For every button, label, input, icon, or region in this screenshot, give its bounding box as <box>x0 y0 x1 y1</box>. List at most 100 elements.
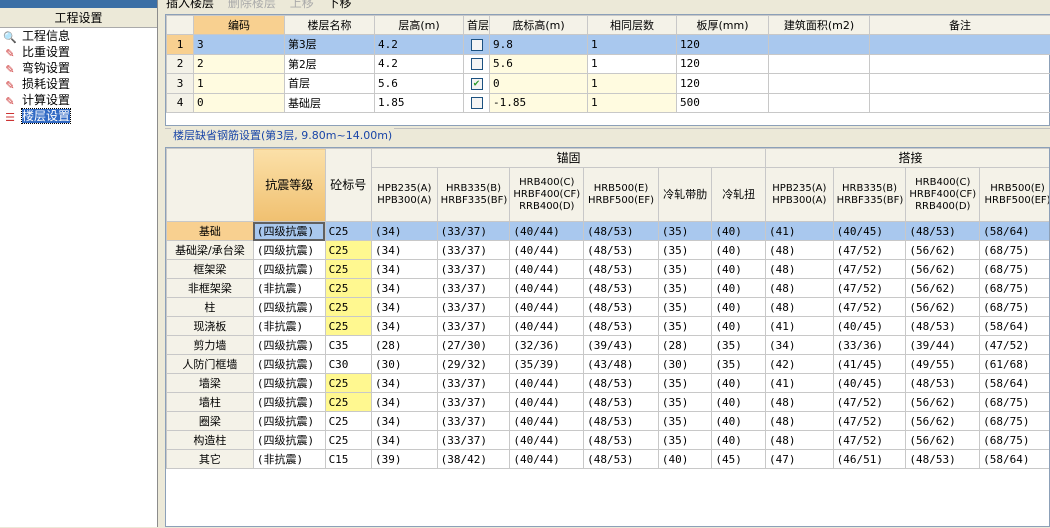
rebar-value-cell[interactable]: (35) <box>658 374 712 393</box>
rebar-value-cell[interactable]: (47/52) <box>833 241 906 260</box>
base-cell[interactable]: 0 <box>490 74 588 94</box>
rebar-value-cell[interactable]: (34) <box>372 260 438 279</box>
rebar-value-cell[interactable]: (40/44) <box>510 317 584 336</box>
thick-cell[interactable]: 120 <box>677 54 769 74</box>
seismic-level-cell[interactable]: (四级抗震) <box>253 260 325 279</box>
seismic-level-cell[interactable]: (四级抗震) <box>253 298 325 317</box>
column-header[interactable]: 编码 <box>194 16 285 35</box>
rebar-value-cell[interactable]: (68/75) <box>980 279 1050 298</box>
rebar-value-cell[interactable]: (39/44) <box>906 336 980 355</box>
table-row[interactable]: 13第3层4.29.81120 <box>167 35 1050 55</box>
first-floor-checkbox[interactable]: ✔ <box>471 78 483 90</box>
same-cell[interactable]: 1 <box>588 35 677 55</box>
rebar-value-cell[interactable]: (40) <box>712 222 766 241</box>
rebar-value-cell[interactable]: (33/37) <box>437 393 510 412</box>
rebar-value-cell[interactable]: (47/52) <box>833 298 906 317</box>
rebar-value-cell[interactable]: (32/36) <box>510 336 584 355</box>
column-header[interactable]: 相同层数 <box>588 16 677 35</box>
table-row[interactable]: 现浇板(非抗震)C25(34)(33/37)(40/44)(48/53)(35)… <box>167 317 1050 336</box>
rebar-value-cell[interactable]: (43/48) <box>584 355 659 374</box>
concrete-grade-cell[interactable]: C25 <box>325 241 371 260</box>
code-cell[interactable]: 3 <box>194 35 285 55</box>
rebar-value-cell[interactable]: (35) <box>658 241 712 260</box>
table-row[interactable]: 非框架梁(非抗震)C25(34)(33/37)(40/44)(48/53)(35… <box>167 279 1050 298</box>
rebar-value-cell[interactable]: (48/53) <box>584 412 659 431</box>
rebar-value-cell[interactable]: (47) <box>766 450 834 469</box>
rebar-value-cell[interactable]: (48) <box>766 393 834 412</box>
rebar-value-cell[interactable]: (68/75) <box>980 412 1050 431</box>
rebar-value-cell[interactable]: (40/44) <box>510 298 584 317</box>
rebar-value-cell[interactable]: (35/39) <box>510 355 584 374</box>
note-cell[interactable] <box>870 93 1050 113</box>
rebar-value-cell[interactable]: (34) <box>372 431 438 450</box>
base-cell[interactable]: -1.85 <box>490 93 588 113</box>
rebar-value-cell[interactable]: (34) <box>372 222 438 241</box>
name-cell[interactable]: 第2层 <box>285 54 375 74</box>
concrete-grade-cell[interactable]: C25 <box>325 374 371 393</box>
rebar-value-cell[interactable]: (40/44) <box>510 260 584 279</box>
nav-item[interactable]: 🔍工程信息 <box>0 28 157 44</box>
rebar-value-cell[interactable]: (40/44) <box>510 450 584 469</box>
note-cell[interactable] <box>870 35 1050 55</box>
rebar-value-cell[interactable]: (35) <box>658 222 712 241</box>
rebar-value-cell[interactable]: (40) <box>712 393 766 412</box>
first-floor-checkbox[interactable] <box>471 39 483 51</box>
rebar-value-cell[interactable]: (33/37) <box>437 374 510 393</box>
code-cell[interactable]: 0 <box>194 93 285 113</box>
seismic-level-cell[interactable]: (四级抗震) <box>253 355 325 374</box>
concrete-grade-cell[interactable]: C25 <box>325 279 371 298</box>
rebar-value-cell[interactable]: (58/64) <box>980 317 1050 336</box>
rebar-value-cell[interactable]: (48) <box>766 279 834 298</box>
same-cell[interactable]: 1 <box>588 54 677 74</box>
base-cell[interactable]: 5.6 <box>490 54 588 74</box>
rebar-value-cell[interactable]: (33/37) <box>437 431 510 450</box>
rebar-value-cell[interactable]: (56/62) <box>906 412 980 431</box>
concrete-grade-cell[interactable]: C25 <box>325 298 371 317</box>
rebar-value-cell[interactable]: (35) <box>658 412 712 431</box>
rebar-value-cell[interactable]: (48/53) <box>584 279 659 298</box>
rebar-value-cell[interactable]: (56/62) <box>906 260 980 279</box>
seismic-level-cell[interactable]: (非抗震) <box>253 279 325 298</box>
rebar-value-cell[interactable]: (30) <box>658 355 712 374</box>
rebar-value-cell[interactable]: (40) <box>712 431 766 450</box>
base-cell[interactable]: 9.8 <box>490 35 588 55</box>
table-row[interactable]: 圈梁(四级抗震)C25(34)(33/37)(40/44)(48/53)(35)… <box>167 412 1050 431</box>
rebar-value-cell[interactable]: (58/64) <box>980 222 1050 241</box>
seismic-level-cell[interactable]: (四级抗震) <box>253 336 325 355</box>
table-row[interactable]: 其它(非抗震)C15(39)(38/42)(40/44)(48/53)(40)(… <box>167 450 1050 469</box>
delete-floor-button[interactable]: 删除楼层 <box>228 0 276 10</box>
concrete-grade-cell[interactable]: C35 <box>325 336 371 355</box>
rebar-value-cell[interactable]: (40) <box>712 374 766 393</box>
column-header[interactable]: 建筑面积(m2) <box>769 16 870 35</box>
table-row[interactable]: 22第2层4.25.61120 <box>167 54 1050 74</box>
area-cell[interactable] <box>769 54 870 74</box>
rebar-value-cell[interactable]: (48/53) <box>584 393 659 412</box>
table-row[interactable]: 31首层5.6✔01120 <box>167 74 1050 94</box>
concrete-grade-cell[interactable]: C25 <box>325 317 371 336</box>
area-cell[interactable] <box>769 74 870 94</box>
table-row[interactable]: 框架梁(四级抗震)C25(34)(33/37)(40/44)(48/53)(35… <box>167 260 1050 279</box>
rebar-value-cell[interactable]: (35) <box>658 431 712 450</box>
area-cell[interactable] <box>769 35 870 55</box>
rebar-value-cell[interactable]: (34) <box>372 241 438 260</box>
rebar-value-cell[interactable]: (35) <box>658 393 712 412</box>
seismic-level-cell[interactable]: (四级抗震) <box>253 431 325 450</box>
rebar-value-cell[interactable]: (40/45) <box>833 374 906 393</box>
rebar-value-cell[interactable]: (48/53) <box>584 450 659 469</box>
rebar-value-cell[interactable]: (33/37) <box>437 298 510 317</box>
rebar-value-cell[interactable]: (34) <box>372 412 438 431</box>
column-header[interactable]: 备注 <box>870 16 1050 35</box>
rebar-value-cell[interactable]: (28) <box>658 336 712 355</box>
rebar-value-cell[interactable]: (48/53) <box>584 317 659 336</box>
rebar-value-cell[interactable]: (68/75) <box>980 241 1050 260</box>
rebar-value-cell[interactable]: (48/53) <box>584 298 659 317</box>
rebar-value-cell[interactable]: (48/53) <box>584 260 659 279</box>
rebar-value-cell[interactable]: (41/45) <box>833 355 906 374</box>
rebar-value-cell[interactable]: (46/51) <box>833 450 906 469</box>
seismic-level-cell[interactable]: (四级抗震) <box>253 241 325 260</box>
rebar-value-cell[interactable]: (35) <box>658 298 712 317</box>
rebar-value-cell[interactable]: (48/53) <box>584 241 659 260</box>
rebar-value-cell[interactable]: (33/37) <box>437 222 510 241</box>
first-floor-cell[interactable] <box>464 35 490 55</box>
rebar-value-cell[interactable]: (35) <box>712 355 766 374</box>
